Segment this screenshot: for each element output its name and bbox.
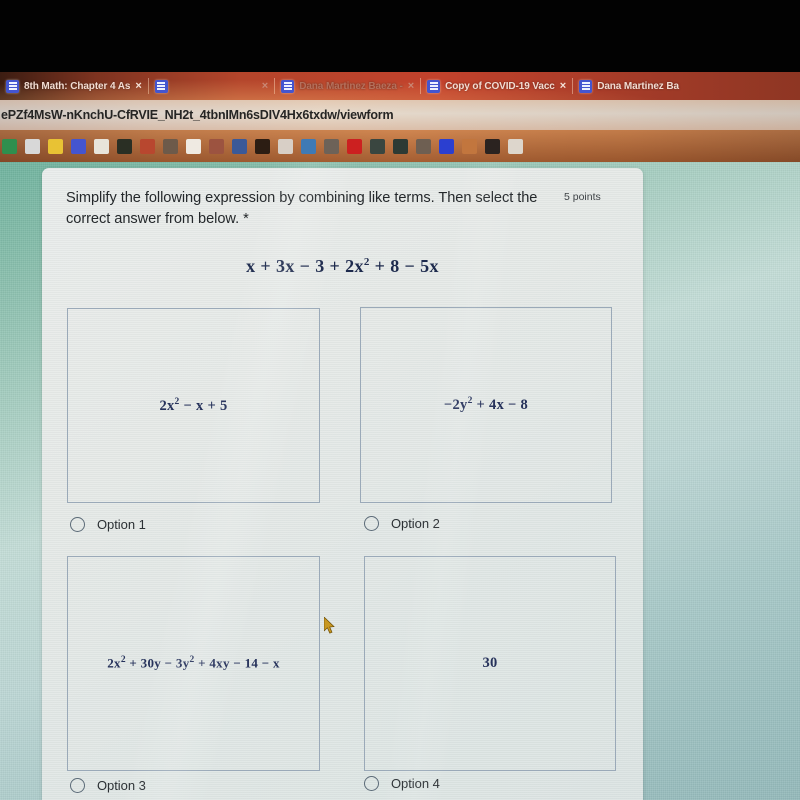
choice-math-option-3: 2x2 + 30y − 3y2 + 4xy − 14 − x (107, 655, 280, 671)
star-bookmark[interactable] (462, 138, 477, 154)
google-forms-icon (6, 79, 19, 93)
tab-title: Copy of COVID-19 Vacc (445, 80, 555, 92)
sheets-bookmark[interactable] (163, 138, 178, 154)
choice2-post: + 4x − 8 (472, 396, 529, 413)
shield-bookmark[interactable] (324, 138, 339, 154)
browser-tab-4[interactable]: Dana Martinez Ba (573, 72, 685, 100)
browser-tab-2[interactable]: Dana Martinez Baeza - × (275, 72, 420, 100)
blue-app-bookmark[interactable] (439, 138, 454, 154)
radio-button-option-4[interactable] (364, 776, 379, 791)
browser-tab-0[interactable]: 8th Math: Chapter 4 As × (0, 72, 148, 100)
browser-tab-3[interactable]: Copy of COVID-19 Vacc × (421, 72, 572, 100)
library-bookmark[interactable] (209, 138, 224, 154)
church-bookmark[interactable] (117, 138, 132, 154)
chrome-bookmark[interactable] (186, 138, 201, 154)
acorn-bookmark[interactable] (485, 138, 500, 154)
close-icon[interactable]: × (262, 80, 268, 92)
mouse-cursor-icon (323, 616, 336, 635)
choice-image-option-2: −2y2 + 4x − 8 (360, 307, 612, 503)
choice-row-option-1[interactable]: Option 1 (70, 517, 146, 532)
question-expression: x + 3x − 3 + 2x2 + 8 − 5x (42, 256, 643, 277)
choice-math-option-1: 2x2 − x + 5 (159, 397, 227, 415)
browser-tab-1[interactable]: × (149, 72, 274, 100)
choice3-pre: 2x (107, 655, 121, 671)
choice-image-option-4: 30 (364, 556, 616, 771)
address-bar-url: ePZf4MsW-nKnchU-CfRVIE_NH2t_4tbnIMn6sDIV… (1, 108, 394, 122)
browser-tab-strip: 8th Math: Chapter 4 As × × Dana Martinez… (0, 72, 800, 100)
question-points: 5 points (564, 191, 601, 203)
question-text: Simplify the following expression by com… (66, 190, 538, 227)
address-bar[interactable]: ePZf4MsW-nKnchU-CfRVIE_NH2t_4tbnIMn6sDIV… (0, 100, 800, 130)
close-icon[interactable]: × (408, 80, 414, 92)
classroom-bookmark[interactable] (2, 138, 17, 154)
tab-title: Dana Martinez Baeza - (299, 80, 403, 92)
expression-part-1: x + 3x − 3 + 2x (246, 256, 364, 276)
radio-button-option-1[interactable] (70, 517, 85, 532)
radio-label-option-3: Option 3 (97, 778, 146, 793)
choice-math-option-4: 30 (482, 655, 498, 671)
location-bookmark[interactable] (393, 138, 408, 154)
choice-image-option-3: 2x2 + 30y − 3y2 + 4xy − 14 − x (67, 556, 320, 771)
contacts-bookmark[interactable] (25, 138, 40, 154)
slides-bookmark[interactable] (94, 138, 109, 154)
radio-label-option-2: Option 2 (391, 516, 440, 531)
spiral-bookmark[interactable] (416, 138, 431, 154)
choice-math-option-2: −2y2 + 4x − 8 (444, 396, 528, 414)
google-forms-icon (579, 79, 593, 93)
close-icon[interactable]: × (560, 80, 566, 92)
choice-row-option-4[interactable]: Option 4 (364, 776, 440, 791)
radio-button-option-2[interactable] (364, 516, 379, 531)
pinterest-bookmark[interactable] (278, 138, 293, 154)
choice3-mid: + 30y − 3y (125, 655, 190, 671)
choice-row-option-2[interactable]: Option 2 (364, 516, 440, 531)
form-question-card: Simplify the following expression by com… (42, 168, 643, 800)
bookmarks-bar (0, 130, 800, 162)
question-header: Simplify the following expression by com… (66, 188, 622, 230)
choice3-post: + 4xy − 14 − x (194, 655, 280, 671)
drive-bookmark[interactable] (48, 138, 63, 154)
globe-bookmark[interactable] (301, 138, 316, 154)
maps-pin-bookmark[interactable] (370, 138, 385, 154)
tab-title: 8th Math: Chapter 4 As (24, 80, 131, 92)
google-forms-icon (281, 79, 295, 93)
choice2-pre: −2y (443, 396, 468, 413)
choice-row-option-3[interactable]: Option 3 (70, 778, 146, 793)
facebook-bookmark[interactable] (232, 138, 247, 154)
youtube-bookmark[interactable] (347, 138, 362, 154)
window-bookmark[interactable] (508, 138, 523, 154)
radio-label-option-1: Option 1 (97, 517, 146, 532)
google-forms-icon (154, 79, 168, 93)
radio-label-option-4: Option 4 (391, 776, 440, 791)
google-forms-icon (427, 79, 441, 93)
radio-button-option-3[interactable] (70, 778, 85, 793)
choice1-pre: 2x (159, 397, 175, 414)
close-icon[interactable]: × (135, 80, 141, 92)
keep-bookmark[interactable] (140, 138, 155, 154)
choice-image-option-1: 2x2 − x + 5 (67, 308, 320, 503)
letterbox-top (0, 0, 800, 72)
tab-title: Dana Martinez Ba (597, 80, 679, 92)
choice1-post: − x + 5 (179, 397, 228, 414)
screen-photo: 8th Math: Chapter 4 As × × Dana Martinez… (0, 0, 800, 800)
expression-part-2: + 8 − 5x (369, 256, 439, 276)
forms-bookmark[interactable] (71, 138, 86, 154)
amazon-bookmark[interactable] (255, 138, 270, 154)
